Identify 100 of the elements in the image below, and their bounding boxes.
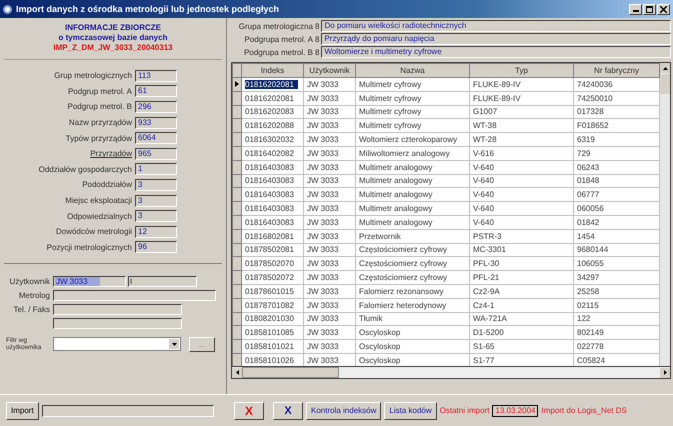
- stat-field: 96: [135, 241, 177, 254]
- stat-field: 12: [135, 226, 177, 238]
- window-title: Import danych z ośrodka metrologii lub jednostek podległych: [16, 4, 280, 14]
- table-cell: Tłumik: [356, 312, 470, 326]
- table-cell: 01816403083: [242, 160, 304, 174]
- row-indicator[interactable]: [232, 78, 242, 92]
- code-list-button[interactable]: Lista kodów: [384, 402, 437, 420]
- fax-field[interactable]: [53, 318, 182, 330]
- table-cell: JW 3033: [304, 312, 356, 326]
- table-cell: JW 3033: [304, 174, 356, 188]
- stat-field: 3: [135, 194, 177, 207]
- summary-subtitle: o tymczasowej bazie danych: [58, 33, 168, 43]
- table-cell: 06777: [574, 188, 660, 202]
- table-cell: JW 3033: [304, 188, 356, 202]
- table-cell: 01878601015: [242, 284, 304, 298]
- table-cell: Przetwornik: [356, 229, 470, 244]
- table-cell: 9680144: [574, 243, 660, 257]
- table-cell: 017328: [574, 105, 660, 119]
- table-cell: 01878502081: [242, 243, 304, 257]
- table-cell: 729: [574, 146, 660, 160]
- table-cell: JW 3033: [304, 243, 356, 257]
- table-cell: 01816202081: [242, 91, 304, 106]
- table-cell: 25258: [574, 284, 660, 298]
- table-cell: 01816402082: [242, 146, 304, 160]
- table-cell: Cz4-1: [470, 298, 574, 312]
- group-label: Podgrupa metrol. B: [243, 48, 313, 56]
- table-cell: Miliwoltomierz analogowy: [356, 146, 470, 160]
- last-import-label: Ostatni import: [440, 406, 490, 415]
- check-indexes-button[interactable]: Kontrola indeksów: [306, 402, 382, 420]
- column-header[interactable]: Typ: [470, 64, 574, 78]
- table-cell: JW 3033: [304, 91, 356, 106]
- phone-field[interactable]: [53, 304, 182, 316]
- stat-link[interactable]: Przyrządów: [90, 149, 132, 158]
- import-target-label: Import do Logis_Net DS: [541, 406, 627, 415]
- table-cell: MC-3301: [470, 243, 574, 257]
- table-cell: JW 3033: [304, 326, 356, 340]
- table-cell: G1007: [470, 105, 574, 119]
- table-cell: JW 3033: [304, 298, 356, 312]
- stat-field: 61: [135, 85, 177, 98]
- table-cell: JW 3033: [304, 229, 356, 244]
- table-cell: Oscyloskop: [356, 340, 470, 354]
- import-button[interactable]: Import: [6, 402, 39, 420]
- table-cell: JW 3033: [304, 160, 356, 174]
- metrolog-field[interactable]: [53, 290, 216, 302]
- close-icon: [660, 6, 667, 12]
- table-cell: 01816202083: [242, 105, 304, 119]
- stat-label: Nazw przyrządów: [68, 118, 132, 128]
- table-cell: Multimetr analogowy: [356, 202, 470, 216]
- table-cell: Częstościomierz cyfrowy: [356, 270, 470, 284]
- user-filter-dropdown[interactable]: [53, 337, 181, 352]
- table-cell: 01858101085: [242, 326, 304, 340]
- scroll-thumb[interactable]: [242, 367, 339, 378]
- table-cell: 34297: [574, 270, 660, 284]
- table-cell: 01816202081: [242, 78, 304, 92]
- table-cell: JW 3033: [304, 284, 356, 298]
- maximize-button[interactable]: [643, 4, 656, 14]
- minimize-button[interactable]: [629, 4, 642, 14]
- table-cell: Multimetr analogowy: [356, 188, 470, 202]
- stat-label: Dowódców metrologii: [56, 227, 132, 236]
- table-cell: 01816403083: [242, 188, 304, 202]
- table-cell: JW 3033: [304, 256, 356, 271]
- table-cell: 06243: [574, 160, 660, 174]
- user-extra-field[interactable]: I: [128, 276, 197, 288]
- table-cell: 01878701082: [242, 298, 304, 312]
- table-cell: Częstościomierz cyfrowy: [356, 256, 470, 271]
- user-field[interactable]: JW 3033: [53, 276, 126, 288]
- stat-label: Pozycji metrologicznych: [46, 242, 132, 252]
- group-field: Przyrządy do pomiaru napięcia: [321, 33, 671, 45]
- table-cell: PFL-21: [470, 270, 574, 284]
- stat-field: 3: [135, 178, 177, 191]
- scroll-thumb[interactable]: [660, 74, 670, 94]
- table-cell: Falomierz rezonansowy: [356, 284, 470, 298]
- table-cell: Multimetr analogowy: [356, 160, 470, 174]
- table-cell: V-640: [470, 174, 574, 188]
- table-cell: V-640: [470, 188, 574, 202]
- column-header[interactable]: Indeks: [242, 64, 304, 78]
- table-cell: JW 3033: [304, 132, 356, 146]
- group-field: Do pomiaru wielkości radiotechnicznych: [321, 20, 671, 32]
- column-header[interactable]: Nazwa: [356, 64, 470, 78]
- table-cell: JW 3033: [304, 118, 356, 133]
- stat-field: 296: [135, 100, 177, 113]
- group-code: 8: [315, 22, 320, 30]
- table-cell: Multimetr analogowy: [356, 215, 470, 230]
- table-cell: 02115: [574, 298, 660, 312]
- table-cell: Multimetr analogowy: [356, 174, 470, 188]
- group-label: Podgrupa metrol. A: [244, 34, 313, 44]
- last-import-date-field: 13.03.2004: [492, 404, 538, 416]
- x-button[interactable]: X: [273, 402, 303, 420]
- column-header[interactable]: Użytkownik: [304, 64, 356, 78]
- scroll-left-icon: [232, 368, 242, 378]
- vertical-scrollbar[interactable]: [660, 63, 670, 366]
- stat-field: 1: [135, 163, 177, 176]
- table-cell: F018652: [574, 118, 660, 133]
- horizontal-scrollbar[interactable]: [231, 367, 671, 379]
- close-button[interactable]: [657, 4, 670, 14]
- column-header[interactable]: Nr fabryczny: [574, 64, 660, 78]
- table-cell: 01816403083: [242, 174, 304, 188]
- stat-label: Pododdziałów: [82, 180, 132, 190]
- stat-field: 113: [135, 70, 177, 82]
- app-icon: [3, 4, 12, 14]
